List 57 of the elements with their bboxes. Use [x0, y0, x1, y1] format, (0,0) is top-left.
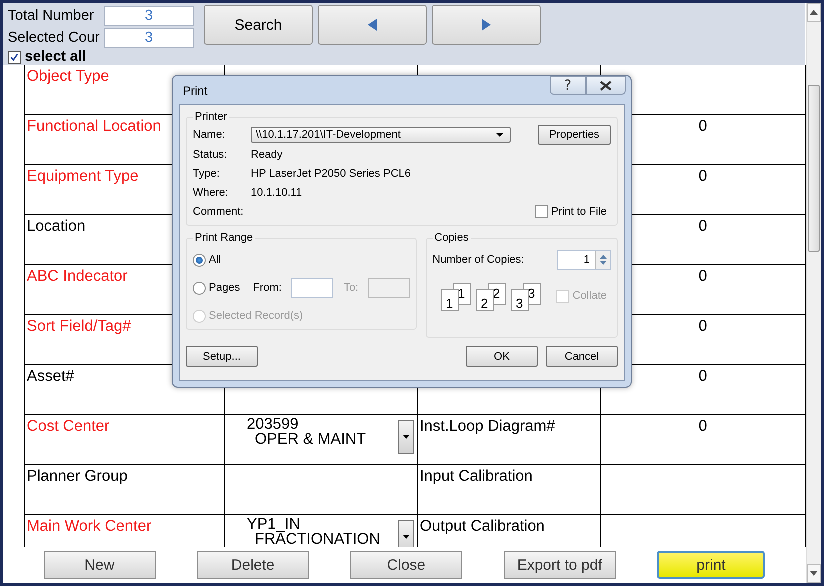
dropdown-button[interactable] — [398, 420, 414, 454]
print-to-file-checkbox[interactable] — [535, 205, 548, 218]
table-cell: Input Calibration — [417, 465, 600, 514]
printer-select[interactable]: \\10.1.17.201\IT-Development — [251, 127, 511, 143]
previous-button[interactable] — [318, 5, 427, 45]
ok-button[interactable]: OK — [466, 346, 538, 367]
type-label: Type: — [193, 168, 221, 180]
table-cell: Inst.Loop Diagram# — [417, 415, 600, 464]
close-button[interactable] — [586, 76, 626, 95]
next-button[interactable] — [432, 5, 541, 45]
action-button[interactable]: Export to pdf — [504, 551, 616, 579]
group-title: Copies — [434, 232, 470, 244]
setup-button[interactable]: Setup... — [186, 346, 258, 367]
action-button[interactable]: print — [657, 551, 766, 579]
dialog-title: Print — [182, 84, 208, 98]
dropdown-button[interactable] — [398, 520, 414, 547]
to-label: To: — [344, 282, 359, 294]
search-button[interactable]: Search — [204, 5, 313, 45]
from-label: From: — [253, 282, 282, 294]
caret-icon — [402, 435, 410, 439]
properties-button[interactable]: Properties — [538, 125, 611, 145]
action-button[interactable]: New — [44, 551, 156, 579]
total-field[interactable]: 3 — [104, 6, 194, 26]
radio-button[interactable] — [193, 254, 206, 266]
status-value: Ready — [251, 148, 283, 160]
field-label: Cost Center — [24, 415, 224, 464]
select-all-checkbox[interactable] — [8, 50, 21, 64]
help-button[interactable]: ? — [550, 76, 586, 95]
right-triangle-icon — [482, 19, 491, 31]
field-value: 203599 OPER & MAINT — [246, 415, 366, 450]
scrollbar[interactable] — [806, 3, 821, 583]
where-value: 10.1.10.11 — [251, 186, 302, 198]
close-icon — [600, 80, 612, 90]
to-field[interactable] — [368, 278, 410, 298]
field-value: YP1_IN FRACTIONATION — [246, 515, 380, 547]
cancel-button[interactable]: Cancel — [546, 346, 618, 367]
radio-label: All — [209, 254, 222, 266]
action-button[interactable]: Delete — [197, 551, 310, 579]
caret-icon — [402, 535, 410, 539]
collate-drawing: 1 1 2 2 3 3 — [440, 282, 539, 310]
up-arrow-icon[interactable] — [810, 10, 818, 15]
field-label: Planner Group — [24, 465, 224, 514]
left-triangle-icon — [368, 19, 377, 31]
caret-icon — [496, 133, 504, 137]
type-value: HP LaserJet P2050 Series PCL6 — [251, 168, 411, 180]
radio-button[interactable] — [193, 282, 206, 294]
name-label: Name: — [193, 129, 226, 141]
total-label: Total Number — [8, 8, 96, 24]
action-button[interactable]: Close — [350, 551, 462, 579]
copies-spinner[interactable]: 1 — [557, 250, 611, 270]
from-field[interactable] — [290, 278, 333, 298]
selected-field[interactable]: 3 — [104, 28, 194, 48]
select-all-label: select all — [25, 49, 86, 65]
copies-label: Number of Copies: — [432, 254, 524, 266]
scrollbar-thumb[interactable] — [808, 85, 820, 252]
selected-label: Selected Cour — [8, 30, 101, 46]
down-arrow-icon[interactable] — [810, 571, 818, 576]
